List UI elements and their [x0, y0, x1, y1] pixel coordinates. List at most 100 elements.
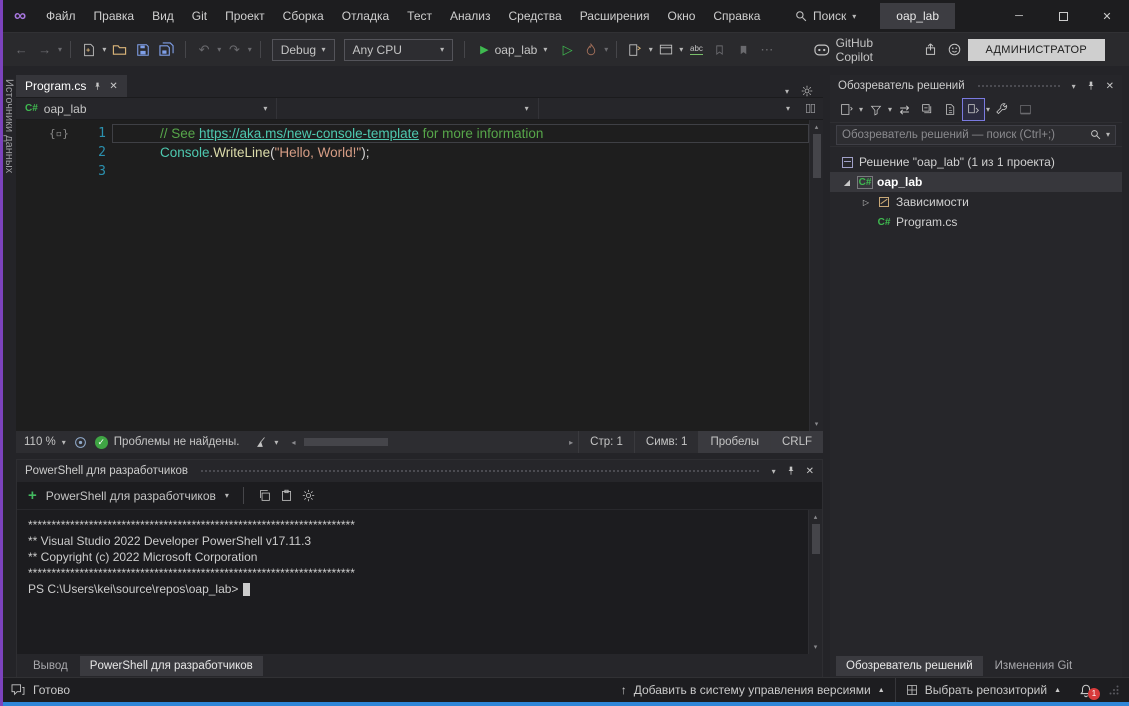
preview-selected-items-icon[interactable] [1015, 99, 1036, 120]
minimize-button[interactable]: ─ [997, 0, 1041, 32]
administrator-badge[interactable]: АДМИНИСТРАТОР [968, 39, 1105, 61]
background-tasks-icon[interactable] [11, 684, 25, 696]
zoom-dropdown[interactable]: 110 % ▾ [16, 431, 74, 453]
code-text[interactable]: Console.WriteLine("Hello, World!"); [112, 143, 809, 162]
horizontal-scroll-thumb[interactable] [304, 438, 388, 446]
menu-item-git[interactable]: Git [183, 0, 216, 32]
tree-collapse-arrow-icon[interactable]: ◢ [838, 178, 856, 187]
scroll-down-icon[interactable]: ▾ [814, 640, 818, 654]
find-in-files-icon[interactable] [656, 38, 676, 62]
solution-configuration-dropdown[interactable]: Debug ▾ [272, 39, 335, 61]
tree-item-program-cs[interactable]: C#Program.cs [830, 212, 1122, 232]
filter-chevron-down-icon[interactable]: ▾ [888, 105, 892, 114]
solution-platform-dropdown[interactable]: Any CPU ▾ [344, 39, 454, 61]
line-indicator[interactable]: Стр: 1 [578, 431, 634, 453]
document-list-chevron-down-icon[interactable]: ▾ [785, 87, 789, 96]
tree-item-solution[interactable]: Решение "oap_lab" (1 из 1 проекта) [830, 152, 1122, 172]
code-editor[interactable]: {▫} 1// See https://aka.ms/new-console-t… [16, 120, 823, 431]
data-sources-tab[interactable]: Источники данных [3, 79, 15, 173]
explorer-panel-tab[interactable]: Изменения Git [985, 656, 1082, 676]
close-button[interactable]: ✕ [1085, 0, 1129, 32]
menu-item-extensions[interactable]: Расширения [571, 0, 659, 32]
filter-icon[interactable] [865, 99, 886, 120]
menu-item-build[interactable]: Сборка [274, 0, 333, 32]
scroll-down-icon[interactable]: ▾ [815, 417, 819, 431]
spell-check-icon[interactable]: abc [686, 38, 706, 62]
menu-item-debug[interactable]: Отладка [333, 0, 398, 32]
menu-item-window[interactable]: Окно [658, 0, 704, 32]
paste-icon[interactable] [280, 489, 293, 502]
switch-views-chevron-down-icon[interactable]: ▾ [859, 105, 863, 114]
solution-name-badge[interactable]: oap_lab [880, 3, 955, 29]
search-icon[interactable] [1090, 129, 1101, 140]
start-debugging-button[interactable]: ▶ oap_lab ▾ [473, 38, 554, 62]
hot-reload-icon[interactable] [581, 38, 601, 62]
share-icon[interactable] [921, 38, 941, 62]
code-suggestions-icon[interactable] [625, 38, 645, 62]
new-terminal-plus-icon[interactable]: + [28, 487, 37, 504]
search-field[interactable]: ▾ [836, 125, 1116, 145]
menu-item-view[interactable]: Вид [143, 0, 183, 32]
code-text[interactable] [112, 162, 809, 181]
menu-item-analyze[interactable]: Анализ [441, 0, 500, 32]
resize-grip-icon[interactable] [1101, 685, 1121, 695]
navigate-back-icon[interactable]: ← [11, 38, 31, 62]
bottom-panel-tab[interactable]: Вывод [23, 656, 78, 676]
window-position-chevron-down-icon[interactable]: ▾ [772, 467, 776, 476]
navigation-dropdown-icon[interactable]: ▾ [58, 45, 62, 54]
member-dropdown[interactable]: ▾ [538, 98, 799, 119]
drag-handle[interactable] [200, 469, 760, 474]
show-all-files-icon[interactable] [940, 99, 961, 120]
open-folder-icon[interactable] [109, 38, 129, 62]
new-project-dropdown-icon[interactable]: ▾ [102, 45, 106, 54]
redo-icon[interactable]: ↷ [224, 38, 244, 62]
line-ending-indicator[interactable]: CRLF [770, 431, 823, 453]
drag-handle[interactable] [977, 84, 1060, 89]
explorer-panel-tab[interactable]: Обозреватель решений [836, 656, 983, 676]
scroll-up-icon[interactable]: ▴ [815, 120, 819, 134]
tree-item-dependencies[interactable]: ▷Зависимости [830, 192, 1122, 212]
scroll-left-icon[interactable]: ◂ [288, 438, 298, 447]
new-project-icon[interactable] [79, 38, 99, 62]
problems-indicator[interactable]: ✓ Проблемы не найдены. [87, 431, 248, 453]
notifications-button[interactable]: 1 [1071, 683, 1101, 698]
code-text[interactable]: // See https://aka.ms/new-console-templa… [112, 124, 809, 143]
tab-program-cs[interactable]: Program.cs ✕ [16, 75, 127, 97]
menu-item-help[interactable]: Справка [704, 0, 769, 32]
bookmark-previous-icon[interactable] [710, 38, 730, 62]
menu-item-file[interactable]: Файл [37, 0, 85, 32]
switch-views-icon[interactable] [836, 99, 857, 120]
maximize-button[interactable] [1041, 0, 1085, 32]
code-cleanup-button[interactable]: ▾ [247, 431, 286, 453]
copy-icon[interactable] [258, 489, 271, 502]
close-tab-icon[interactable]: ✕ [109, 81, 117, 92]
find-in-files-dropdown-icon[interactable]: ▾ [679, 45, 683, 54]
terminal-settings-gear-icon[interactable] [302, 489, 315, 502]
new-terminal-label[interactable]: PowerShell для разработчиков [46, 489, 216, 503]
horizontal-scroll-track[interactable] [298, 437, 566, 447]
menu-item-tools[interactable]: Средства [500, 0, 571, 32]
sync-chevron-down-icon[interactable]: ▾ [986, 105, 990, 114]
undo-icon[interactable]: ↶ [194, 38, 214, 62]
redo-dropdown-icon[interactable]: ▾ [248, 45, 252, 54]
pin-icon[interactable] [1086, 81, 1096, 91]
github-copilot-button[interactable]: GitHub Copilot [808, 36, 918, 64]
scrollbar-thumb[interactable] [812, 524, 820, 554]
editor-horizontal-scrollbar[interactable]: ◂ ▸ [286, 431, 578, 453]
scroll-right-icon[interactable]: ▸ [566, 438, 576, 447]
pin-icon[interactable] [93, 82, 102, 91]
tree-item-oap-lab-project[interactable]: ◢C#oap_lab [830, 172, 1122, 192]
vertical-splitter[interactable] [823, 75, 830, 677]
more-commands-icon[interactable]: ⋯ [757, 38, 777, 62]
start-without-debugging-icon[interactable]: ▷ [557, 38, 577, 62]
spaces-indicator[interactable]: Пробелы [698, 431, 770, 453]
sync-with-active-document-icon[interactable] [963, 99, 984, 120]
undo-dropdown-icon[interactable]: ▾ [217, 45, 221, 54]
window-position-chevron-down-icon[interactable]: ▾ [1072, 82, 1076, 91]
save-icon[interactable] [133, 38, 153, 62]
editor-options-gear-icon[interactable] [801, 85, 813, 97]
column-indicator[interactable]: Симв: 1 [634, 431, 699, 453]
project-dropdown[interactable]: C# oap_lab ▾ [16, 98, 276, 119]
menu-item-edit[interactable]: Правка [85, 0, 144, 32]
terminal-output[interactable]: ****************************************… [17, 510, 808, 654]
